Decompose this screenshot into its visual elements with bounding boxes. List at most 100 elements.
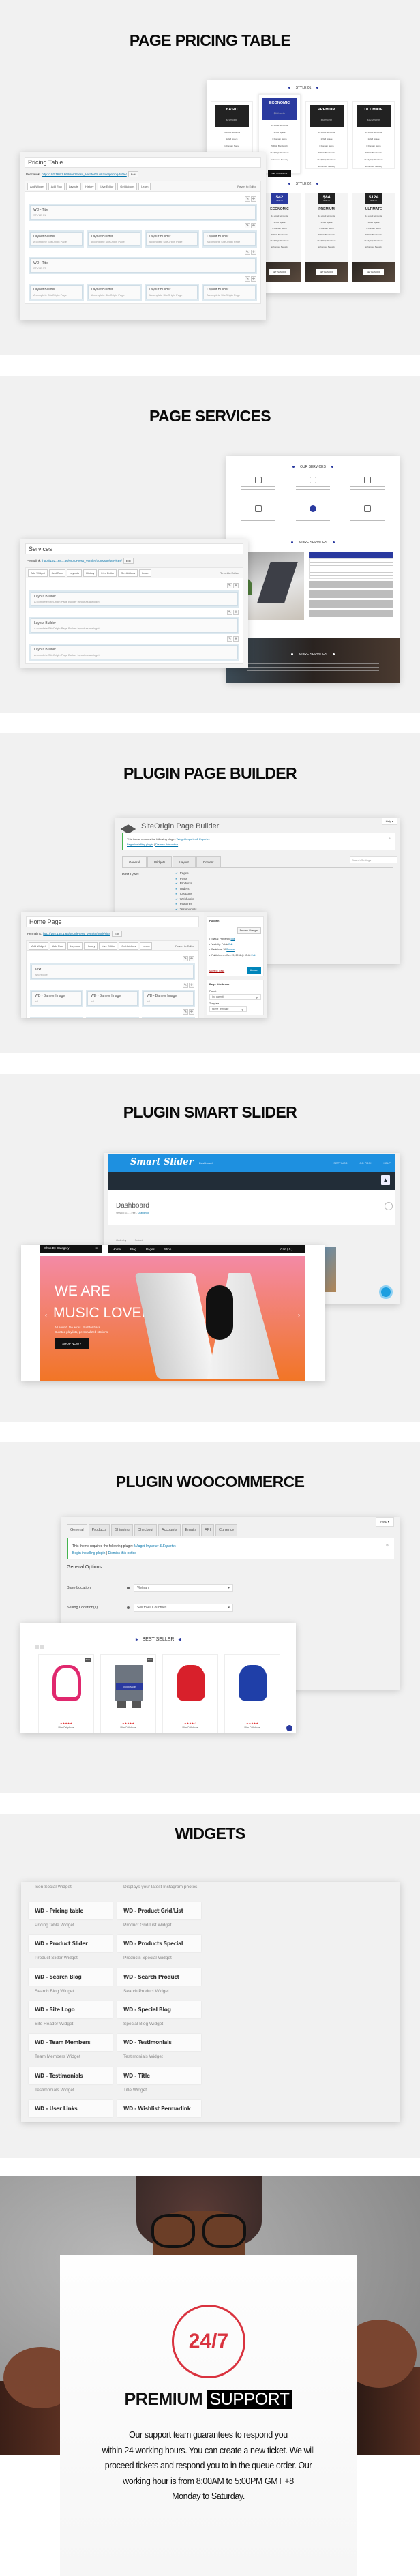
- product-image[interactable]: [115, 1665, 143, 1701]
- wrench-icon[interactable]: ✎: [227, 583, 232, 588]
- move-icon[interactable]: ✛: [251, 223, 256, 228]
- widget-item[interactable]: WD - Search Product: [117, 1968, 201, 1986]
- move-icon[interactable]: ✛: [233, 636, 239, 642]
- toolbar-button-history[interactable]: History: [83, 942, 98, 950]
- woo-tab-shipping[interactable]: Shipping: [111, 1524, 133, 1536]
- edit-permalink-button[interactable]: Edit: [112, 931, 122, 937]
- widget-item[interactable]: WD - Search Blog: [29, 1968, 112, 1986]
- widget-block[interactable]: WD - Title STYLE 01: [29, 204, 257, 221]
- next-arrow-icon[interactable]: ›: [298, 1312, 300, 1319]
- widget-block[interactable]: Layout Builder A complete SiteOrigin Page…: [29, 617, 239, 634]
- permalink-link[interactable]: http://192.168.1.66/WordPress_Vernfer/tr…: [43, 932, 110, 935]
- widget-block[interactable]: WD - Banner Imagefull: [86, 990, 139, 1007]
- widget-item[interactable]: WD - Title: [117, 2067, 201, 2084]
- page-title-input[interactable]: Home Page: [26, 916, 199, 927]
- compare-icon[interactable]: [117, 1701, 126, 1708]
- get-plan-button[interactable]: GET PLAN NOW: [269, 269, 290, 275]
- widget-block[interactable]: Layout Builder A complete SiteOrigin Page…: [29, 590, 239, 608]
- accordion-item[interactable]: [309, 610, 393, 617]
- toolbar-button-get-addons[interactable]: Get Addons: [118, 569, 138, 577]
- widget-block[interactable]: Layout Builder A complete SiteOrigin Page: [202, 284, 257, 301]
- move-icon[interactable]: ✛: [189, 1009, 194, 1015]
- parent-select[interactable]: (no parent): [209, 994, 261, 1000]
- dismiss-icon[interactable]: ⊗: [386, 1542, 389, 1549]
- notice-plugin-link[interactable]: Widget Importer & Exporter.: [177, 837, 210, 841]
- move-icon[interactable]: ✛: [251, 250, 256, 255]
- select-dropdown[interactable]: Select: [135, 1238, 142, 1242]
- post-type-option[interactable]: ✔ Pages: [175, 871, 200, 876]
- preview-changes-button[interactable]: Preview Changes: [237, 927, 261, 934]
- wrench-icon[interactable]: ✎: [227, 610, 232, 615]
- option-select[interactable]: Vietnam: [134, 1583, 233, 1592]
- widget-block[interactable]: WD - Banner Imagefull: [86, 1017, 139, 1018]
- template-select[interactable]: Home Template: [209, 1006, 247, 1013]
- widget-item[interactable]: WD - Testimonials: [29, 2067, 112, 2084]
- toolbar-button-add-row[interactable]: Add Row: [49, 942, 66, 950]
- toolbar-button-layouts[interactable]: Layouts: [65, 182, 81, 190]
- post-type-option[interactable]: ✔ Orders: [175, 886, 200, 892]
- update-button[interactable]: Update: [246, 967, 261, 974]
- post-type-option[interactable]: ✔ Webhooks: [175, 897, 200, 902]
- toolbar-button-add-row[interactable]: Add Row: [48, 182, 65, 190]
- move-icon[interactable]: ✛: [233, 610, 239, 615]
- wishlist-icon[interactable]: [132, 1701, 141, 1708]
- checkbox-checked-icon[interactable]: ✔: [175, 897, 178, 901]
- accordion-item[interactable]: [309, 600, 393, 608]
- post-type-option[interactable]: ✔ Coupons: [175, 891, 200, 897]
- widget-block[interactable]: WD - Title STYLE 02: [29, 257, 257, 274]
- checkbox-checked-icon[interactable]: ✔: [175, 871, 178, 875]
- wrench-icon[interactable]: ✎: [183, 1009, 188, 1015]
- toolbar-button-add-widget[interactable]: Add Widget: [28, 569, 48, 577]
- get-plan-button[interactable]: GET PLAN NOW: [316, 269, 337, 275]
- permalink-link[interactable]: http://192.168.1.66/WordPress_Vernfer/tr…: [42, 173, 127, 176]
- widget-block[interactable]: Text [shortcode]: [30, 963, 195, 980]
- widget-block[interactable]: Layout Builder A complete SiteOrigin Page: [144, 230, 200, 248]
- woo-tab-accounts[interactable]: Accounts: [158, 1524, 181, 1536]
- menu-item-blog[interactable]: Blog: [130, 1248, 136, 1251]
- toolbar-button-live-editor[interactable]: Live Editor: [99, 942, 118, 950]
- checkbox-checked-icon[interactable]: ✔: [175, 902, 178, 905]
- wrench-icon[interactable]: ✎: [227, 636, 232, 642]
- widget-item[interactable]: WD - Product Grid/List: [117, 1902, 201, 1919]
- edit-permalink-button[interactable]: Edit: [127, 171, 138, 177]
- menu-item-home[interactable]: Home: [112, 1248, 121, 1251]
- accordion-item[interactable]: [309, 581, 393, 588]
- settings-tab-general[interactable]: General: [122, 856, 147, 867]
- widget-item[interactable]: WD - Site Logo: [29, 2001, 112, 2018]
- post-type-option[interactable]: ✔ Products: [175, 881, 200, 886]
- begin-installing-link[interactable]: Begin installing plugin: [72, 1551, 105, 1555]
- notification-bell-icon[interactable]: ▲: [381, 1175, 390, 1185]
- toolbar-button-layouts[interactable]: Layouts: [66, 569, 82, 577]
- post-type-option[interactable]: ✔ Testimonials: [175, 907, 200, 912]
- shop-now-button[interactable]: SHOP NOW ›: [55, 1338, 89, 1349]
- nav-gopro[interactable]: GO PRO!: [359, 1161, 371, 1165]
- product-image[interactable]: [239, 1665, 267, 1701]
- woo-tab-currency[interactable]: Currency: [215, 1524, 238, 1536]
- product-image[interactable]: [177, 1665, 205, 1701]
- move-icon[interactable]: ✛: [251, 276, 256, 282]
- help-tip-icon[interactable]: [127, 1606, 130, 1610]
- revert-to-editor-link[interactable]: Revert to Editor: [173, 943, 196, 949]
- widget-block[interactable]: WD - Banner Imagefull: [30, 990, 83, 1007]
- product-image[interactable]: [52, 1665, 81, 1701]
- browse-revisions-link[interactable]: Browse: [226, 948, 235, 951]
- carousel-prev-button[interactable]: [35, 1645, 39, 1649]
- toolbar-button-add-widget[interactable]: Add Widget: [27, 182, 47, 190]
- woo-tab-checkout[interactable]: Checkout: [134, 1524, 157, 1536]
- help-lifebuoy-icon[interactable]: [379, 1285, 393, 1299]
- scroll-top-button[interactable]: [286, 1725, 292, 1731]
- toolbar-button-layouts[interactable]: Layouts: [67, 942, 82, 950]
- settings-gear-icon[interactable]: [385, 1202, 393, 1210]
- woo-tab-general[interactable]: General: [67, 1524, 87, 1536]
- page-title-input[interactable]: Pricing Table: [25, 157, 261, 168]
- toolbar-button-learn[interactable]: Learn: [138, 182, 151, 190]
- checkbox-checked-icon[interactable]: ✔: [175, 877, 178, 880]
- woo-tab-products[interactable]: Products: [88, 1524, 110, 1536]
- toolbar-button-get-addons[interactable]: Get Addons: [119, 942, 139, 950]
- toolbar-button-add-row[interactable]: Add Row: [48, 569, 65, 577]
- widget-block[interactable]: Layout Builder A complete SiteOrigin Page: [29, 230, 84, 248]
- toolbar-button-live-editor[interactable]: Live Editor: [98, 569, 117, 577]
- toolbar-button-history[interactable]: History: [82, 182, 97, 190]
- carousel-next-button[interactable]: [40, 1645, 44, 1649]
- checkbox-checked-icon[interactable]: ✔: [175, 882, 178, 885]
